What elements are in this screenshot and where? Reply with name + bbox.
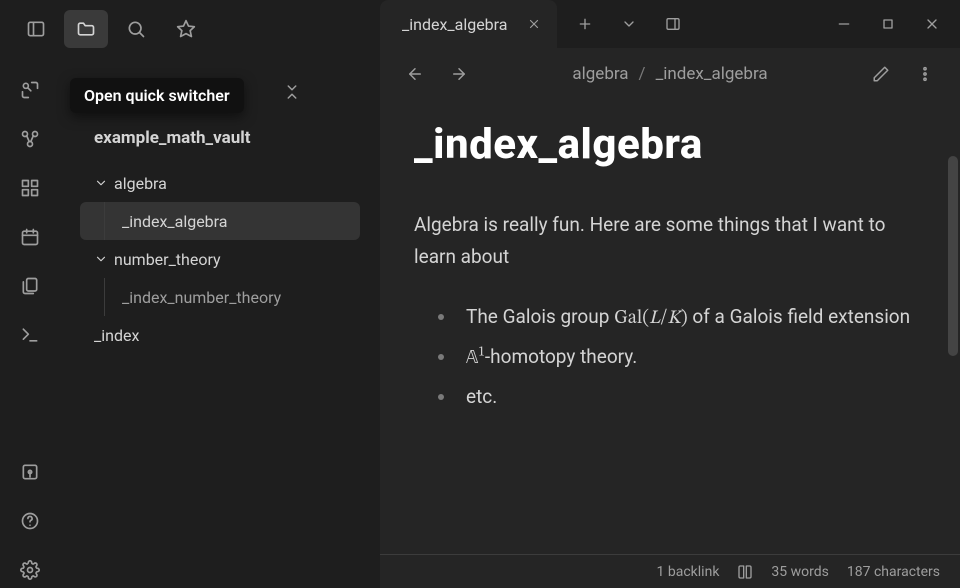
list-item[interactable]: etc. xyxy=(438,378,926,416)
note-list[interactable]: The Galois group Gal(L/K) of a Galois fi… xyxy=(414,298,926,416)
vault-button[interactable] xyxy=(10,454,50,490)
breadcrumb-current[interactable]: _index_algebra xyxy=(656,64,768,84)
edit-mode-button[interactable] xyxy=(864,57,898,91)
canvas-button[interactable] xyxy=(10,170,50,206)
file-index-number-theory[interactable]: _index_number_theory xyxy=(80,278,360,316)
close-icon xyxy=(527,17,541,31)
command-palette-button[interactable] xyxy=(10,317,50,353)
sidebar-toggle-button[interactable] xyxy=(14,10,58,48)
files-tab-button[interactable] xyxy=(64,10,108,48)
breadcrumb-parent[interactable]: algebra xyxy=(572,64,628,84)
tab-title: _index_algebra xyxy=(402,15,507,34)
sidebar-toggle-icon xyxy=(26,19,46,39)
window-close-button[interactable] xyxy=(912,6,952,42)
folder-label: number_theory xyxy=(114,250,221,269)
editor-toolbar: algebra / _index_algebra xyxy=(380,48,960,100)
minimize-icon xyxy=(836,16,852,32)
new-tab-button[interactable] xyxy=(565,6,605,42)
more-vertical-icon xyxy=(916,65,934,83)
editor-pane: _index_algebra xyxy=(380,0,960,588)
folder-icon xyxy=(76,19,96,39)
more-options-button[interactable] xyxy=(908,57,942,91)
folder-label: algebra xyxy=(114,174,167,193)
file-index-root[interactable]: _index xyxy=(80,316,360,354)
chevron-down-icon xyxy=(94,176,108,190)
breadcrumb-separator: / xyxy=(639,64,646,84)
folder-algebra[interactable]: algebra xyxy=(80,164,360,202)
status-bar: 1 backlink 35 words 187 characters xyxy=(380,554,960,588)
book-icon xyxy=(737,564,753,580)
status-backlinks[interactable]: 1 backlink xyxy=(657,564,720,580)
status-words[interactable]: 35 words xyxy=(771,564,828,580)
nav-back-button[interactable] xyxy=(398,57,432,91)
close-icon xyxy=(924,16,940,32)
canvas-icon xyxy=(20,178,40,198)
arrow-right-icon xyxy=(450,65,468,83)
scrollbar-thumb[interactable] xyxy=(948,156,958,356)
file-label: _index_number_theory xyxy=(122,288,281,307)
window-maximize-button[interactable] xyxy=(868,6,908,42)
note-paragraph[interactable]: Algebra is really fun. Here are some thi… xyxy=(414,209,926,274)
quick-switcher-icon xyxy=(20,80,40,100)
list-item[interactable]: The Galois group Gal(L/K) of a Galois fi… xyxy=(438,298,926,338)
split-icon xyxy=(665,16,681,32)
file-label: _index_algebra xyxy=(122,212,227,231)
vault-icon xyxy=(20,462,40,482)
collapse-sidebar-button[interactable] xyxy=(278,78,306,106)
tab-bar: _index_algebra xyxy=(380,0,960,48)
quick-switcher-button[interactable] xyxy=(10,72,50,108)
calendar-icon xyxy=(20,227,40,247)
star-icon xyxy=(176,19,196,39)
search-icon xyxy=(126,19,146,39)
templates-button[interactable] xyxy=(10,268,50,304)
terminal-icon xyxy=(20,325,40,345)
search-tab-button[interactable] xyxy=(114,10,158,48)
graph-icon xyxy=(20,129,40,149)
daily-note-button[interactable] xyxy=(10,219,50,255)
bookmarks-tab-button[interactable] xyxy=(164,10,208,48)
tooltip: Open quick switcher xyxy=(70,78,244,113)
chevron-down-icon xyxy=(94,252,108,266)
arrow-left-icon xyxy=(406,65,424,83)
vault-title: example_math_vault xyxy=(70,120,370,164)
list-item[interactable]: 𝔸1-homotopy theory. xyxy=(438,338,926,378)
settings-button[interactable] xyxy=(10,552,50,588)
status-chars[interactable]: 187 characters xyxy=(847,564,940,580)
split-pane-button[interactable] xyxy=(653,6,693,42)
nav-forward-button[interactable] xyxy=(442,57,476,91)
tab-dropdown-button[interactable] xyxy=(609,6,649,42)
file-explorer: example_math_vault algebra _index_algebr… xyxy=(70,120,370,588)
file-label: _index xyxy=(94,326,139,345)
tab-close-button[interactable] xyxy=(527,17,541,31)
window-minimize-button[interactable] xyxy=(824,6,864,42)
file-index-algebra[interactable]: _index_algebra xyxy=(80,202,360,240)
plus-icon xyxy=(577,16,593,32)
note-editor[interactable]: _index_algebra Algebra is really fun. He… xyxy=(380,100,960,554)
folder-number-theory[interactable]: number_theory xyxy=(80,240,360,278)
chevron-down-icon xyxy=(621,16,637,32)
breadcrumb[interactable]: algebra / _index_algebra xyxy=(486,64,854,84)
help-icon xyxy=(20,511,40,531)
note-title[interactable]: _index_algebra xyxy=(414,120,926,169)
graph-view-button[interactable] xyxy=(10,121,50,157)
status-reading-mode[interactable] xyxy=(737,564,753,580)
pencil-icon xyxy=(872,65,890,83)
help-button[interactable] xyxy=(10,503,50,539)
maximize-icon xyxy=(880,16,896,32)
chevrons-down-up-icon xyxy=(283,83,301,101)
templates-icon xyxy=(20,276,40,296)
gear-icon xyxy=(20,560,40,580)
tab-index-algebra[interactable]: _index_algebra xyxy=(380,0,557,48)
